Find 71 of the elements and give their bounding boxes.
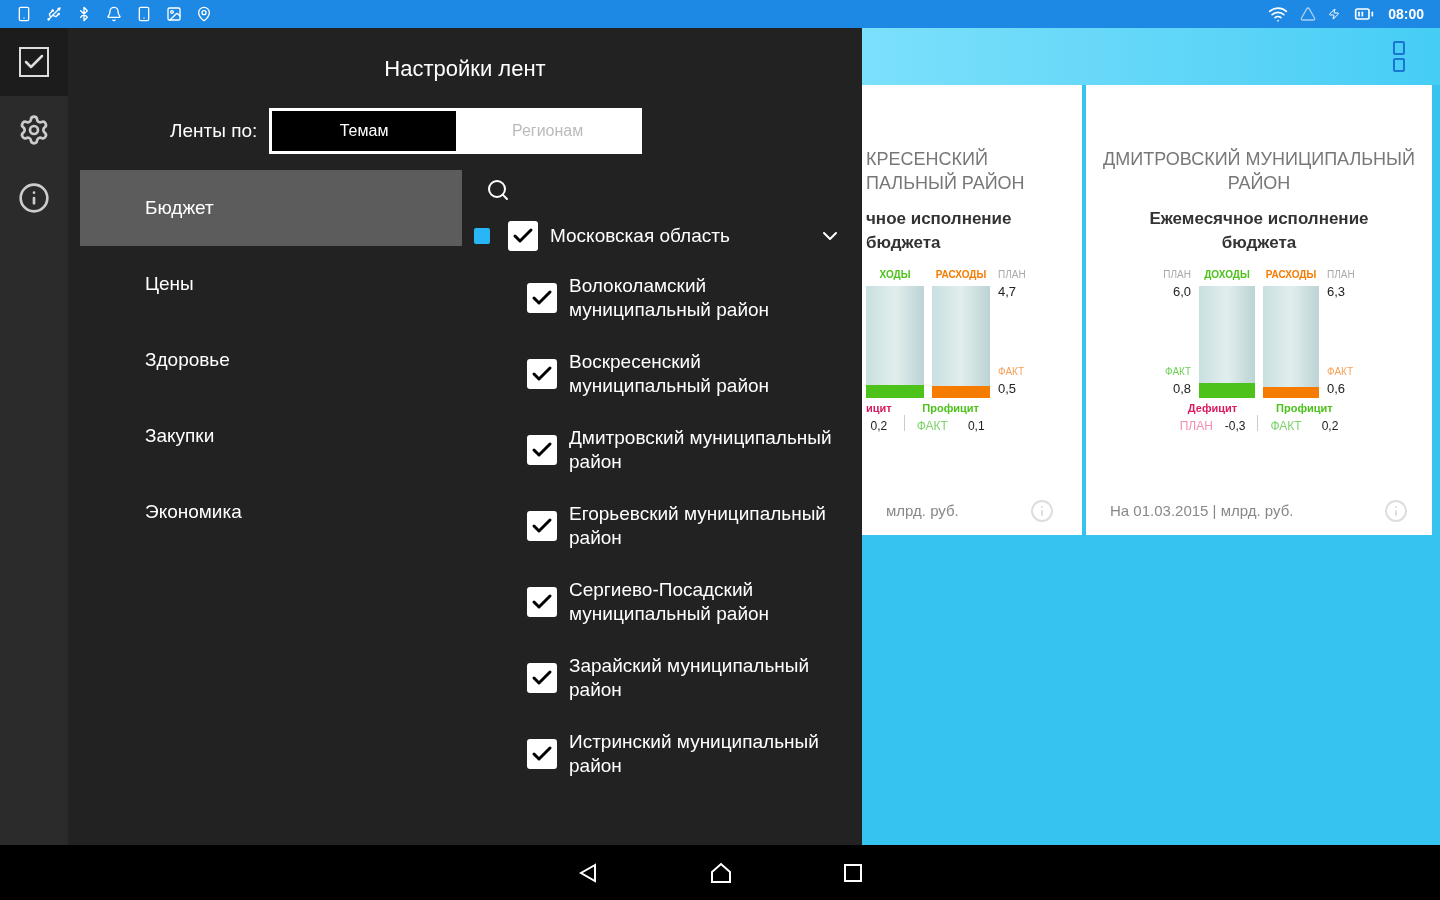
fact-label: ФАКТ [1327,364,1354,379]
topic-item[interactable]: Закупки [80,398,462,474]
drawer-title: Настройки лент [383,54,547,83]
district-label[interactable]: Зарайский муниципальный район [569,654,839,702]
checkbox[interactable] [527,435,557,465]
checkbox[interactable] [527,587,557,617]
card-footer: млрд. руб. [886,499,959,523]
info-icon[interactable] [18,182,50,214]
settings-icon[interactable] [18,114,50,146]
back-icon[interactable] [577,861,599,884]
topic-item[interactable]: Здоровье [80,322,462,398]
deficit-label: ицит [866,401,892,416]
topic-item[interactable]: Цены [80,246,462,322]
recents-icon[interactable] [843,862,863,883]
fact-value: 0,6 [1327,379,1347,398]
usb-icon [46,6,62,22]
fact-label: ФАКТ [1165,364,1191,379]
card-subtitle: Ежемесячное исполнение бюджета [1148,208,1370,254]
fact-label: ФАКТ [1270,417,1302,435]
surplus-label: Профицит [1276,401,1333,416]
topic-item[interactable]: Бюджет [80,170,462,246]
signal-icon [1300,6,1317,22]
plan-label: ПЛАН [1163,268,1191,282]
charging-icon [1328,8,1341,20]
checkbox[interactable] [527,359,557,389]
segment-tab[interactable]: Темам [272,111,456,151]
fact-value: 0,8 [1172,379,1191,398]
image-icon [166,6,182,22]
status-time: 08:00 [1388,4,1424,24]
bar-label: ДОХОДЫ [1204,268,1250,282]
card-footer: На 01.03.2015 | млрд. руб. [1110,499,1294,523]
plan-value: 6,0 [1172,283,1191,301]
plan-label: ПЛАН [1179,417,1213,435]
topic-item[interactable]: Экономика [80,474,462,550]
checkbox[interactable] [527,283,557,313]
deficit-label: Дефицит [1187,401,1238,416]
filter-label: Ленты по: [170,118,258,143]
plan-value: 4,7 [998,283,1018,301]
district-label[interactable]: Волоколамский муниципальный район [569,274,839,322]
pin-icon [196,6,212,22]
card-title: ДМИТРОВСКИЙ МУНИЦИПАЛЬНЫЙ РАЙОН [1102,147,1416,195]
surplus-value: 0,1 [967,417,985,435]
bar-label: ХОДЫ [879,268,911,282]
home-icon[interactable] [709,861,733,884]
fact-label: ФАКТ [998,364,1025,379]
district-label[interactable]: Истринский муниципальный район [569,730,839,778]
checkbox-icon[interactable] [19,47,49,77]
plan-label: ПЛАН [998,268,1027,282]
checkbox[interactable] [527,663,557,693]
district-label[interactable]: Воскресенский муниципальный район [569,350,839,398]
deficit-value: 0,2 [870,417,888,435]
deficit-value: -0,3 [1224,417,1246,435]
fact-label: ФАКТ [916,417,948,435]
region-label[interactable]: Московская область [550,221,818,251]
bar-label: РАСХОДЫ [935,268,987,282]
checkbox[interactable] [527,511,557,541]
district-label[interactable]: Сергиево-Посадский муниципальный район [569,578,839,626]
plan-value: 6,3 [1327,283,1347,301]
card-subtitle: чное исполнение бюджета [866,208,1013,254]
surplus-label: Профицит [922,401,979,416]
search-icon[interactable] [486,178,510,202]
fact-value: 0,5 [998,379,1018,398]
card-title: КРЕСЕНСКИЙ ПАЛЬНЫЙ РАЙОН [866,147,1026,195]
bar-label: РАСХОДЫ [1265,268,1317,282]
district-label[interactable]: Егорьевский муниципальный район [569,502,839,550]
district-label[interactable]: Дмитровский муниципальный район [569,426,839,474]
wifi-icon [1268,4,1289,24]
surplus-value: 0,2 [1321,417,1339,435]
checkbox[interactable] [508,221,538,251]
plan-label: ПЛАН [1327,268,1356,282]
checkbox[interactable] [527,739,557,769]
